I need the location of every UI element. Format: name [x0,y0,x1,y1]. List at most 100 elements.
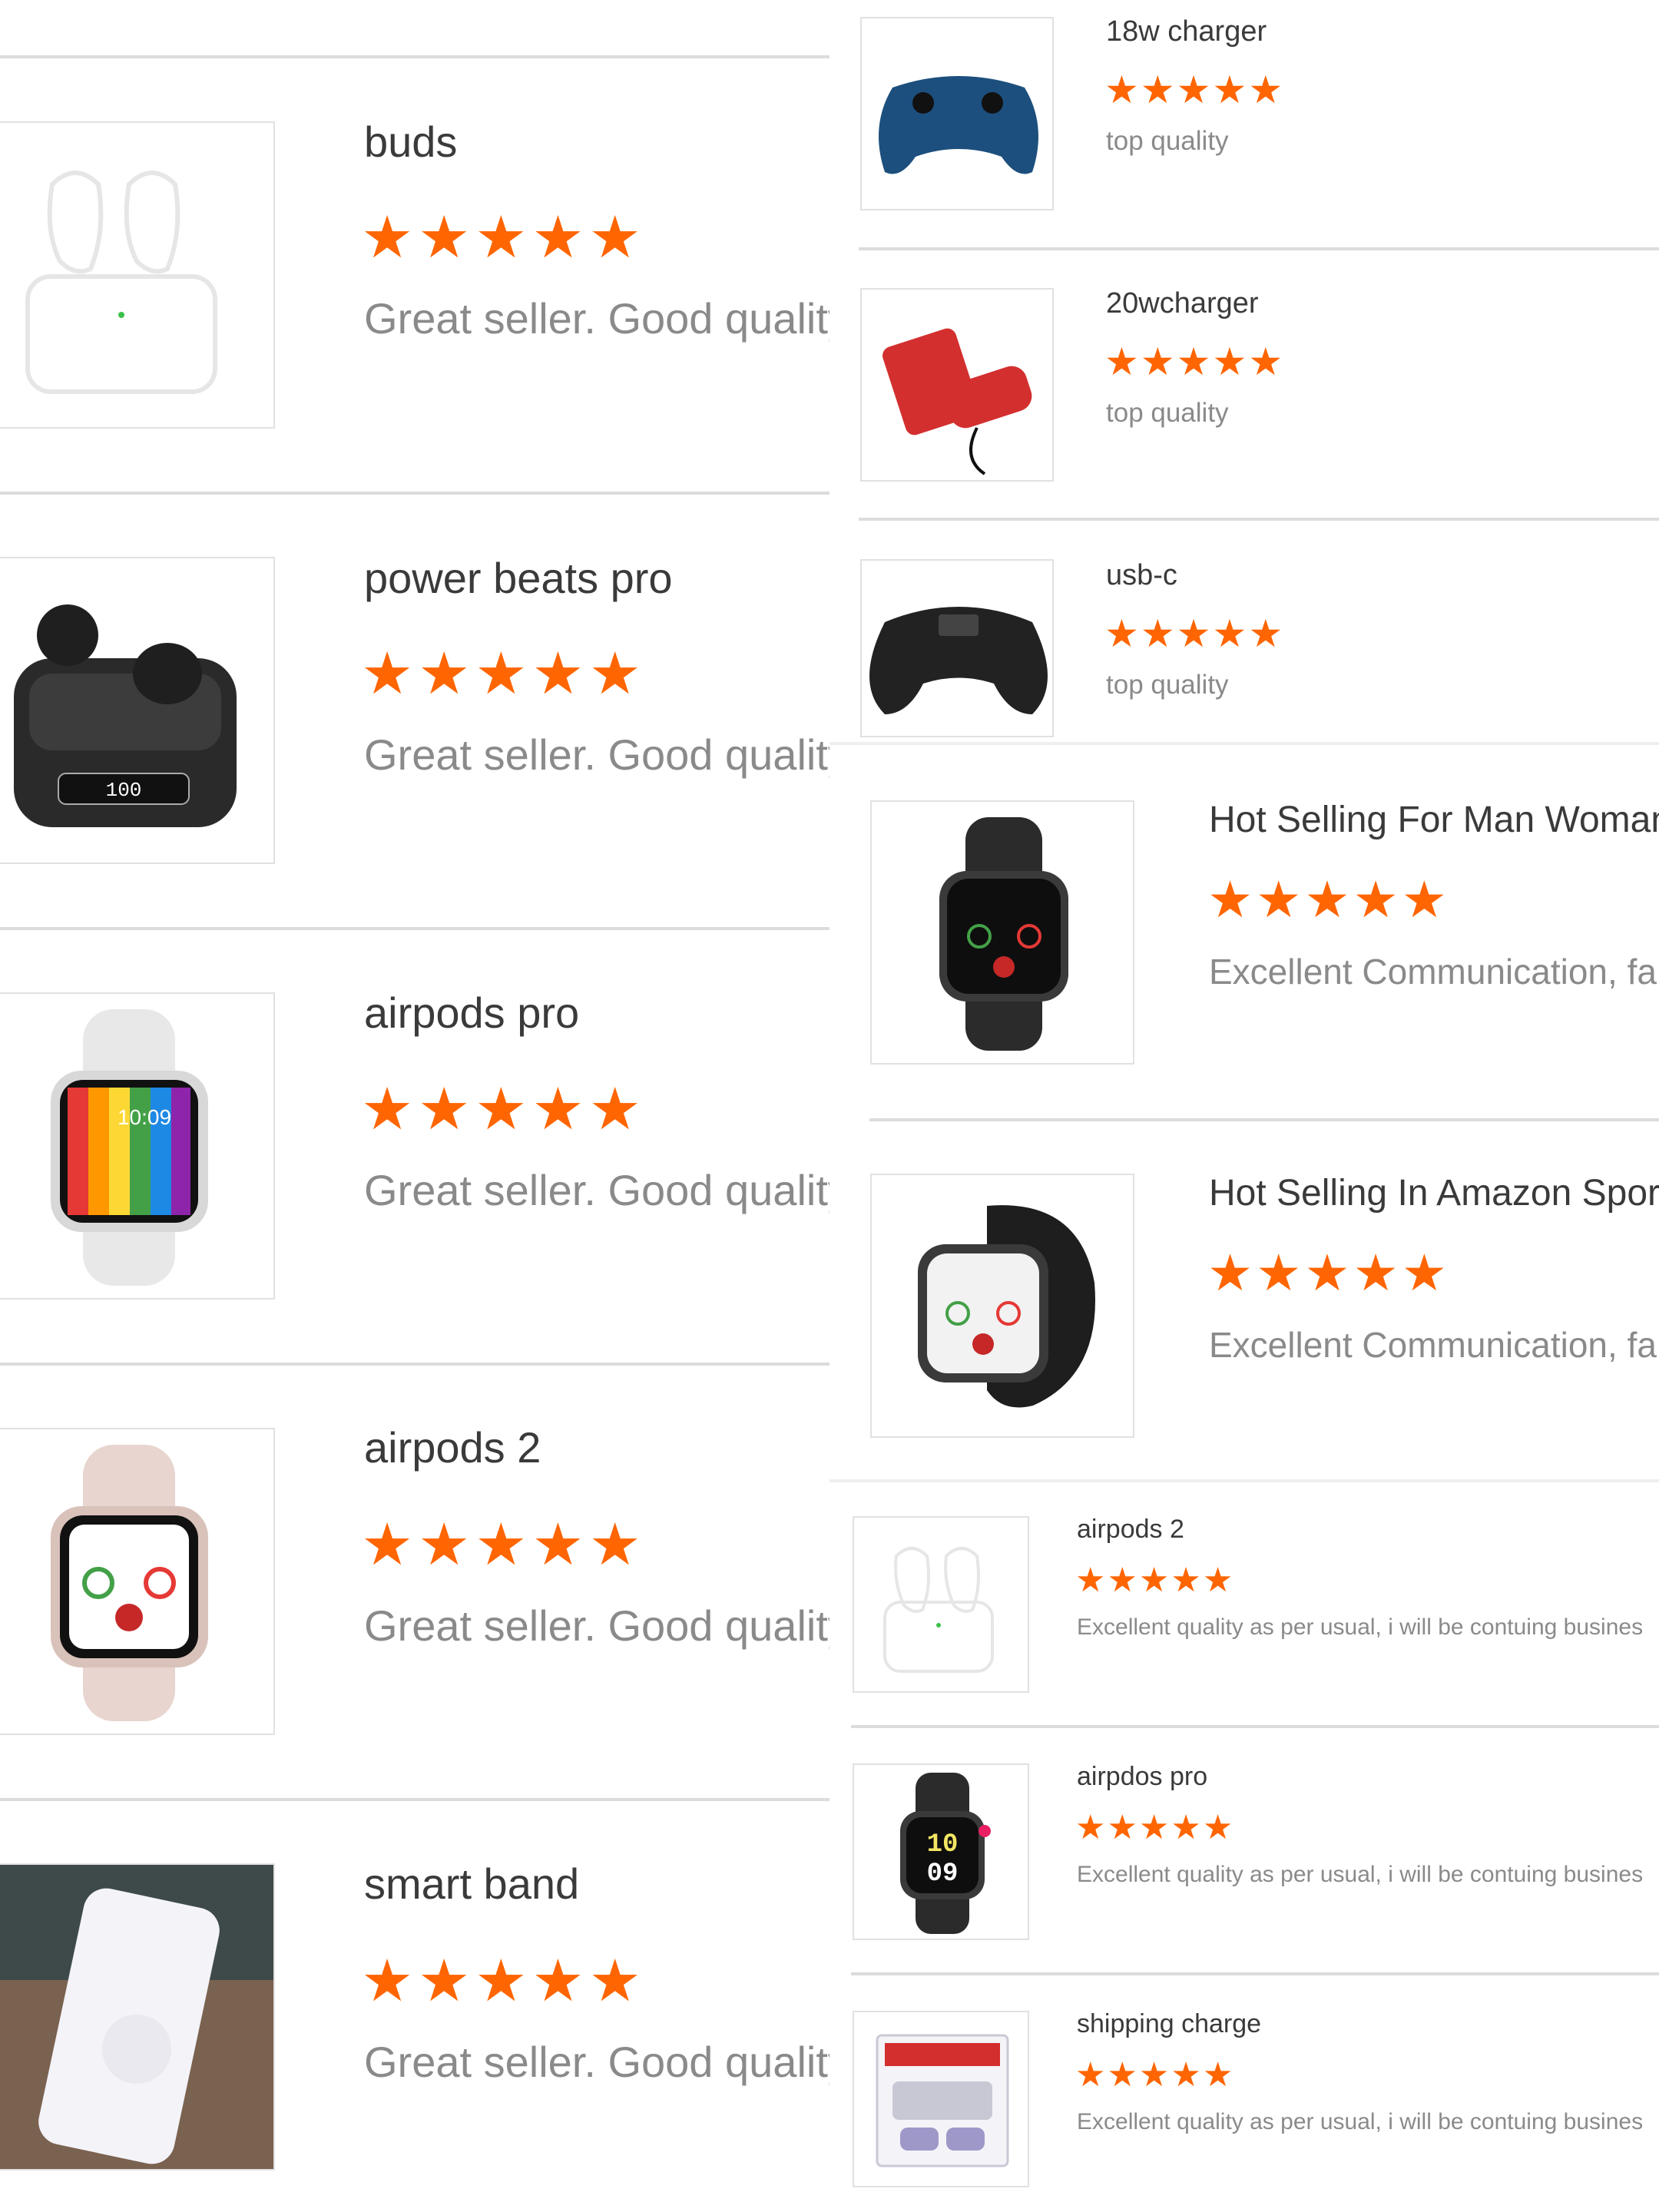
star-icon: ★ [1176,68,1211,111]
star-icon: ★ [1171,2056,1201,2094]
review-text: Excellent Communication, fa [1209,1325,1657,1365]
review-text: Excellent quality as per usual, i will b… [1077,2109,1644,2134]
review-text: Excellent quality as per usual, i will b… [1077,1614,1644,1640]
star-icon: ★ [1138,1809,1170,1846]
product-title[interactable]: airpdos pro [1077,1762,1207,1792]
star-icon: ★ [1304,871,1350,928]
black-controller-image[interactable] [860,559,1054,737]
review-text: Great seller. Good quality [364,294,830,343]
product-title[interactable]: Hot Selling In Amazon Sport [1209,1172,1659,1214]
divider [0,1798,830,1801]
black-sport-smartwatch-image[interactable] [870,1174,1134,1438]
blue-gamepad-image[interactable] [860,17,1054,210]
left-feedback-column: buds ★ ★ ★ ★ ★ Great seller. Good quality 10… [0,0,830,2212]
star-icon: ★ [588,641,641,707]
star-icon: ★ [1104,340,1139,383]
product-title[interactable]: power beats pro [364,553,673,603]
divider [0,927,830,930]
product-title[interactable]: shipping charge [1077,2009,1261,2039]
star-icon: ★ [1248,68,1283,111]
star-icon: ★ [475,1949,528,2014]
earbuds-case-outline-image[interactable] [0,121,275,429]
star-icon: ★ [1171,1561,1201,1599]
star-icon: ★ [475,205,528,270]
star-icon: ★ [588,205,641,270]
pink-smartwatch-image[interactable] [0,1428,275,1735]
product-title[interactable]: buds [364,117,457,167]
star-icon: ★ [1353,871,1399,928]
star-icon: ★ [361,1077,414,1142]
star-icon: ★ [475,1512,528,1578]
product-title[interactable]: airpods 2 [364,1422,541,1472]
star-rating: ★ ★ ★ ★ ★ [361,1516,641,1575]
review-text: top quality [1106,126,1229,156]
star-icon: ★ [418,1949,471,2014]
star-rating: ★ ★ ★ ★ ★ [361,209,641,267]
star-rating: ★ ★ ★ ★ ★ [1207,874,1447,925]
star-rating: ★ ★ ★ ★ ★ [1207,1247,1447,1298]
star-icon: ★ [1256,1244,1302,1301]
star-icon: ★ [361,205,414,270]
star-rating: ★ ★ ★ ★ ★ [1075,1811,1233,1845]
star-icon: ★ [1212,68,1247,111]
star-icon: ★ [1207,871,1253,928]
black-earbuds-case-image[interactable]: 100 [0,557,275,864]
product-title[interactable]: 18w charger [1106,15,1267,48]
rainbow-smartwatch-image[interactable]: 10:09 [0,992,275,1300]
star-icon: ★ [1107,1809,1137,1846]
section-divider [830,1479,1659,1482]
star-icon: ★ [1140,612,1175,655]
review-text: Great seller. Good quality [364,1601,830,1650]
divider [0,1363,830,1366]
star-icon: ★ [418,205,471,270]
review-text: Great seller. Good quality [364,2038,830,2086]
star-icon: ★ [418,1077,471,1142]
review-text: Great seller. Good quality [364,1166,830,1214]
star-rating: ★ ★ ★ ★ ★ [1104,71,1283,109]
star-icon: ★ [1104,612,1139,655]
review-text: top quality [1106,670,1229,700]
right-feedback-column: 18w charger ★ ★ ★ ★ ★ top quality 20wcharger… [830,0,1659,2212]
digital-smartwatch-image[interactable]: 10 09 [853,1763,1029,1940]
divider [859,247,1659,250]
earbuds-case-outline-image[interactable] [853,1516,1029,1693]
product-title[interactable]: 20wcharger [1106,287,1259,320]
star-icon: ★ [361,1512,414,1578]
star-icon: ★ [531,1077,584,1142]
black-smartwatch-image[interactable] [870,800,1134,1065]
glitter-phone-case-image[interactable] [0,1863,275,2171]
star-icon: ★ [1202,1561,1233,1599]
star-icon: ★ [1207,1244,1253,1301]
product-title[interactable]: airpods pro [364,988,579,1038]
star-icon: ★ [1304,1244,1350,1301]
star-rating: ★ ★ ★ ★ ★ [1104,614,1283,653]
review-text: Great seller. Good quality [364,730,830,779]
star-icon: ★ [1140,340,1175,383]
red-handheld-console-image[interactable] [860,288,1054,482]
svg-text:10:09: 10:09 [118,1105,171,1129]
star-icon: ★ [531,1512,584,1578]
star-icon: ★ [418,1512,471,1578]
product-title[interactable]: airpods 2 [1077,1515,1184,1545]
section-divider [830,742,1659,745]
divider [0,55,830,58]
star-icon: ★ [531,1949,584,2014]
star-icon: ★ [1075,1561,1106,1599]
divider [851,1725,1659,1728]
review-text: top quality [1106,398,1229,428]
star-icon: ★ [1248,340,1283,383]
star-icon: ★ [1202,1809,1233,1846]
product-title[interactable]: usb-c [1106,559,1177,592]
star-icon: ★ [418,641,471,707]
product-title[interactable]: Hot Selling For Man Woman [1209,799,1659,841]
product-title[interactable]: smart band [364,1859,579,1909]
star-icon: ★ [1248,612,1283,655]
star-icon: ★ [531,205,584,270]
star-rating: ★ ★ ★ ★ ★ [1075,1564,1233,1598]
svg-text:09: 09 [927,1859,959,1889]
star-icon: ★ [1075,2056,1106,2094]
star-icon: ★ [1256,871,1302,928]
star-icon: ★ [588,1077,641,1142]
star-icon: ★ [588,1512,641,1578]
retro-console-box-image[interactable] [853,2011,1029,2187]
